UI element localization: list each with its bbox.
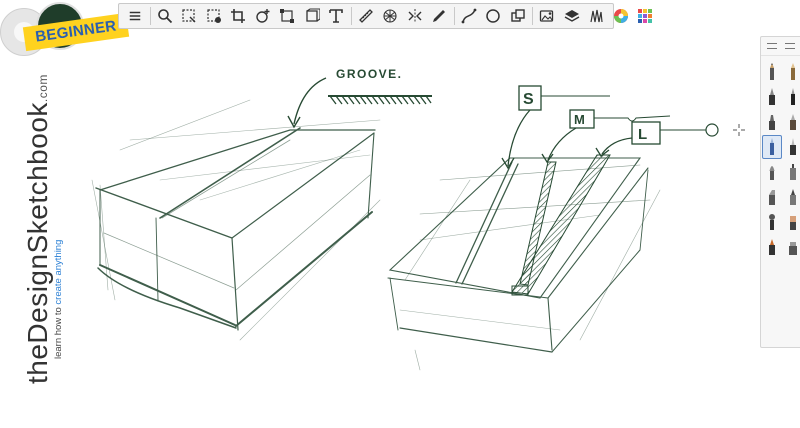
drawing-canvas[interactable]: GROOVE. S M L	[0, 0, 800, 428]
shapes-icon[interactable]	[506, 5, 530, 27]
groove-label: GROOVE.	[336, 67, 403, 81]
color-grid-icon[interactable]	[633, 5, 657, 27]
brush-fineliner-selected[interactable]	[762, 135, 782, 159]
brush-inking-pen[interactable]	[762, 85, 782, 109]
brush-grid	[761, 56, 800, 263]
brand-domain: .com	[36, 74, 50, 103]
palette-collapse-icon[interactable]	[767, 43, 777, 49]
brush-airbrush[interactable]	[783, 160, 800, 184]
text-icon[interactable]	[324, 5, 348, 27]
brush-palette	[760, 36, 800, 348]
brushes-icon[interactable]	[584, 5, 608, 27]
brush-eraser[interactable]	[783, 210, 800, 234]
toolbar-divider	[350, 7, 352, 25]
brush-pencil-alt[interactable]	[783, 60, 800, 84]
brush-pencil[interactable]	[762, 60, 782, 84]
left-box-sketch	[91, 99, 381, 341]
menu-icon[interactable]	[123, 5, 147, 27]
color-wheel-icon[interactable]	[609, 5, 633, 27]
perspective-grid-icon[interactable]	[378, 5, 402, 27]
ellipse-icon[interactable]	[481, 5, 505, 27]
main-toolbar	[118, 3, 652, 29]
crosshair-cursor-icon	[733, 124, 745, 136]
flip-icon[interactable]	[300, 5, 324, 27]
brand-watermark: theDesignSketchbook.com learn how to cre…	[22, 74, 64, 386]
toolbar-divider	[453, 7, 455, 25]
groove-large	[511, 154, 611, 295]
pen-icon[interactable]	[427, 5, 451, 27]
ruler-icon[interactable]	[354, 5, 378, 27]
transform-icon[interactable]	[275, 5, 299, 27]
brush-ballpoint[interactable]	[783, 85, 800, 109]
label-small: S	[523, 91, 534, 108]
groove-callout: GROOVE.	[287, 67, 432, 129]
label-large: L	[638, 126, 647, 143]
toolbar-divider	[149, 7, 151, 25]
symmetry-icon[interactable]	[403, 5, 427, 27]
add-layer-icon[interactable]	[251, 5, 275, 27]
brand-tagline-highlight: create anything	[53, 239, 64, 305]
toolbar-divider	[532, 7, 533, 25]
lasso-select-icon[interactable]	[177, 5, 201, 27]
image-icon[interactable]	[535, 5, 559, 27]
palette-list-icon[interactable]	[785, 43, 795, 49]
crop-icon[interactable]	[226, 5, 250, 27]
brush-blender[interactable]	[762, 235, 782, 259]
right-box-sketch	[387, 157, 661, 371]
layers-icon[interactable]	[560, 5, 584, 27]
brand-tagline: learn how to create anything	[53, 239, 64, 359]
lasso-fill-icon[interactable]	[202, 5, 226, 27]
brush-technical-pen[interactable]	[783, 135, 800, 159]
brush-soft-brush[interactable]	[762, 160, 782, 184]
search-icon[interactable]	[153, 5, 177, 27]
brush-wide-marker[interactable]	[783, 235, 800, 259]
brush-paint[interactable]	[783, 185, 800, 209]
brush-marker[interactable]	[762, 110, 782, 134]
brush-chisel[interactable]	[762, 185, 782, 209]
brush-smudge[interactable]	[762, 210, 782, 234]
brush-felt-tip[interactable]	[783, 110, 800, 134]
curve-icon[interactable]	[457, 5, 481, 27]
label-medium: M	[574, 112, 585, 127]
palette-header	[761, 37, 800, 56]
